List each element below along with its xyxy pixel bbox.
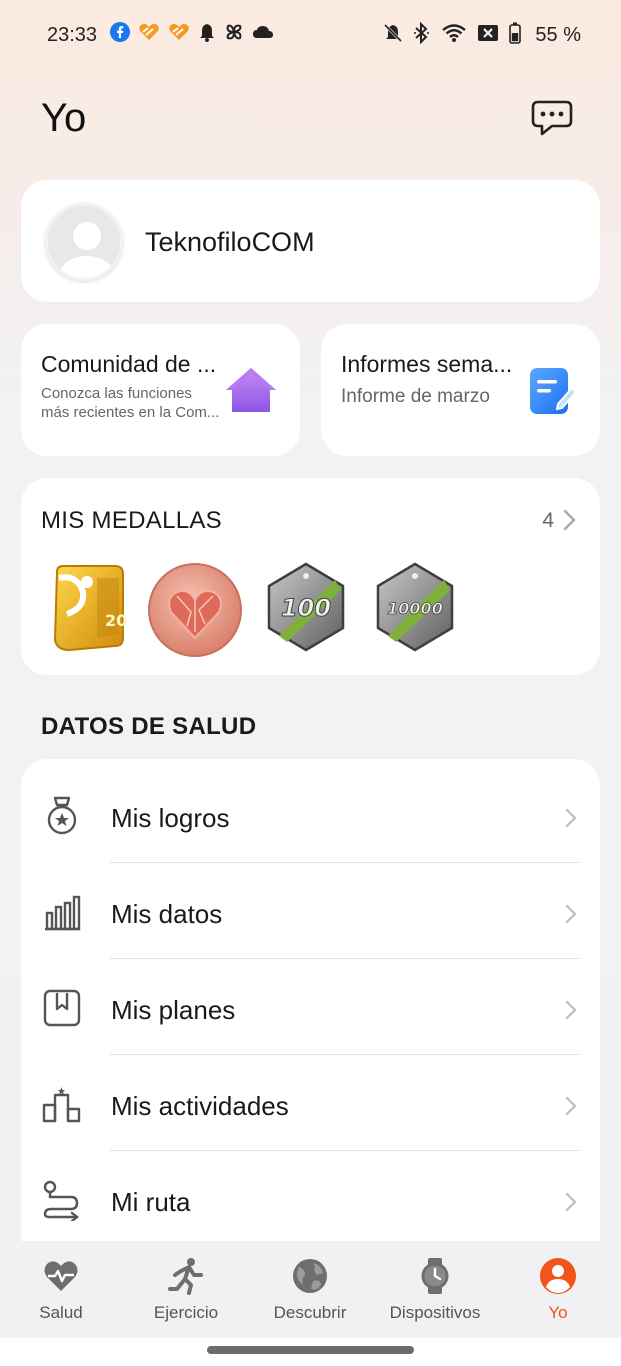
avatar[interactable] [45,203,123,281]
medals-card[interactable]: MIS MEDALLAS 4 20 100 10000 [21,478,600,675]
tab-salud[interactable]: Salud [1,1257,121,1327]
cloud-icon [252,24,274,40]
wifi-icon [441,23,467,43]
profile-icon [540,1258,576,1294]
reports-subtitle: Informe de marzo [341,386,490,407]
list-item-label: Mi ruta [111,1187,191,1217]
battery-percentage: 55 % [535,24,581,46]
chevron-right-icon [564,1191,578,1213]
list-item-plans[interactable]: Mis planes [21,959,600,1055]
watch-icon [421,1258,449,1294]
pinwheel-icon [224,22,244,42]
community-title: Comunidad de ... [41,351,217,377]
medal-100-icon[interactable]: 100 [265,562,361,654]
profile-card[interactable]: TeknofiloCOM [21,180,600,302]
mute-icon [383,23,403,43]
running-icon [168,1258,203,1295]
chat-bubble-icon[interactable] [530,98,574,138]
achievement-medal-icon [41,795,83,837]
tab-label: Yo [548,1303,568,1322]
globe-icon [293,1259,327,1293]
app-heart-icon [138,22,160,42]
list-item-data[interactable]: Mis datos [21,863,600,959]
list-item-activities[interactable]: Mis actividades [21,1055,600,1151]
medal-100-text: 100 [281,594,331,622]
page-title: Yo [41,96,87,140]
list-item-label: Mis logros [111,803,230,833]
battery-icon [509,22,521,44]
health-data-list: Mis logros Mis datos Mis planes Mis acti… [21,759,600,1259]
health-data-title: DATOS DE SALUD [41,713,257,740]
chevron-right-icon [564,1095,578,1117]
weekly-reports-card[interactable]: Informes sema... Informe de marzo [321,324,600,456]
bell-icon [198,22,216,42]
status-bar: 23:33 55 % [0,0,621,70]
chevron-right-icon [564,903,578,925]
list-item-label: Mis planes [111,995,236,1025]
community-card[interactable]: Comunidad de ... Conozca las funciones m… [21,324,300,456]
chevron-right-icon[interactable] [562,508,578,532]
list-item-label: Mis datos [111,899,223,929]
plan-bookmark-icon [41,987,83,1029]
bluetooth-icon [413,22,431,44]
facebook-icon [110,22,130,42]
system-icons [383,22,521,44]
tab-label: Descubrir [273,1303,347,1322]
chevron-right-icon [564,807,578,829]
medal-10000-icon[interactable]: 10000 [374,562,470,654]
medals-count: 4 [542,509,554,532]
notification-icons [110,22,274,42]
medal-10000-text: 10000 [387,599,443,618]
app-heart-icon [168,22,190,42]
bottom-tab-bar: Salud Ejercicio Descubrir Dispositivos Y… [0,1241,621,1338]
medal-heart-icon[interactable] [147,562,243,657]
tab-label: Dispositivos [389,1303,481,1322]
medal-20-text: 20 [105,611,127,630]
tab-descubrir[interactable]: Descubrir [250,1257,370,1327]
sim-off-icon [477,23,499,43]
home-indicator[interactable] [207,1346,414,1354]
heart-pulse-icon [44,1261,78,1291]
tab-label: Ejercicio [153,1303,219,1322]
medals-title: MIS MEDALLAS [41,507,222,534]
tab-yo[interactable]: Yo [498,1257,618,1327]
chevron-right-icon [564,999,578,1021]
reports-title: Informes sema... [341,351,513,377]
list-item-achievements[interactable]: Mis logros [21,767,600,863]
tab-label: Salud [39,1303,83,1322]
route-icon [41,1179,83,1223]
list-item-label: Mis actividades [111,1091,289,1121]
list-item-route[interactable]: Mi ruta [21,1151,600,1247]
bar-chart-icon [41,891,83,933]
tab-ejercicio[interactable]: Ejercicio [126,1257,246,1327]
community-subtitle: Conozca las funciones más recientes en l… [41,384,219,422]
status-time: 23:33 [47,24,98,46]
profile-username[interactable]: TeknofiloCOM [145,227,315,258]
house-icon [224,364,278,418]
tab-dispositivos[interactable]: Dispositivos [375,1257,495,1327]
community-subtitle-line1: Conozca las funciones [41,385,192,402]
medal-20-icon[interactable]: 20 [49,562,145,654]
podium-icon [41,1083,83,1125]
report-edit-icon [524,364,578,418]
community-subtitle-line2: más recientes en la Com... [41,404,220,421]
